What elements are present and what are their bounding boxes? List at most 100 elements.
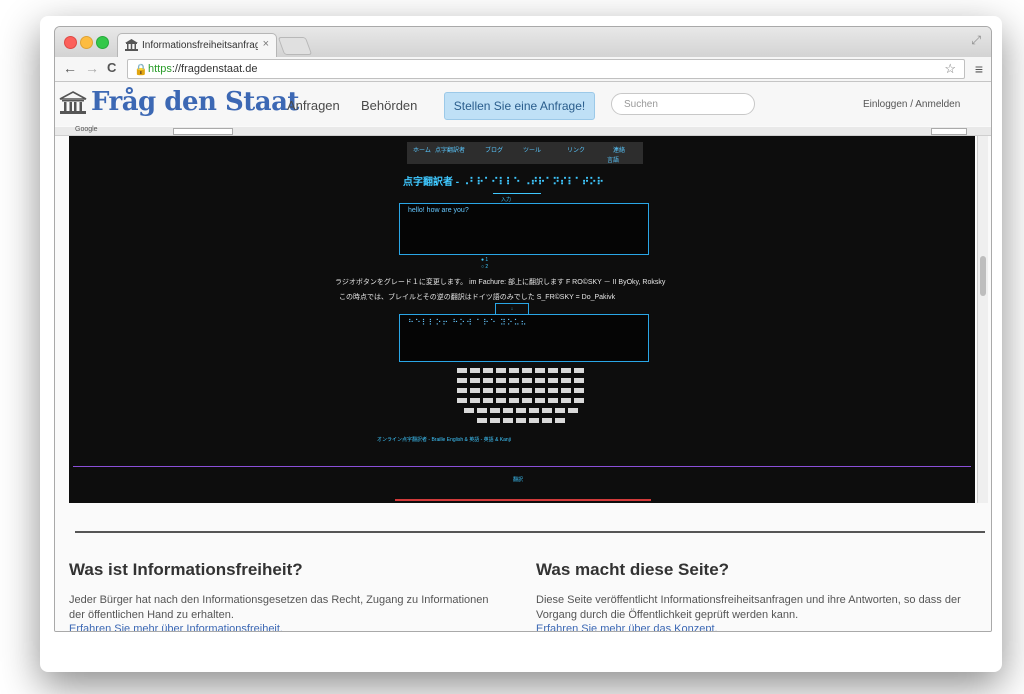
embedded-footer-links[interactable]: オンライン点字翻訳者 - Braille English & 英語 - 英語 &… — [377, 436, 511, 443]
back-icon[interactable]: ← — [63, 60, 77, 76]
site-logo-text[interactable]: Fråg den Staat — [91, 87, 299, 117]
embedded-nav-item[interactable]: 連絡 — [613, 145, 625, 154]
embedded-nav-item[interactable]: ブログ — [485, 145, 503, 154]
braille-key[interactable] — [496, 398, 506, 403]
site-header: Fråg den Staat Anfragen Behörden Stellen… — [55, 82, 991, 126]
braille-key[interactable] — [548, 368, 558, 373]
menu-icon[interactable]: ≡ — [975, 61, 983, 77]
braille-key[interactable] — [502, 408, 513, 413]
close-window-button[interactable] — [64, 36, 77, 49]
braille-key[interactable] — [548, 388, 558, 393]
braille-key[interactable] — [554, 418, 565, 423]
brand-building-icon[interactable] — [59, 91, 87, 115]
embedded-frame-scrollbar[interactable] — [977, 136, 988, 503]
browser-tab[interactable]: Informationsfreiheitsanfrage × — [117, 33, 277, 58]
browser-window: Informationsfreiheitsanfrage × ⤢ ← → C 🔒… — [54, 26, 992, 632]
braille-key[interactable] — [457, 398, 467, 403]
braille-key[interactable] — [567, 408, 578, 413]
braille-key[interactable] — [515, 418, 526, 423]
braille-key[interactable] — [522, 368, 532, 373]
braille-key[interactable] — [457, 388, 467, 393]
learn-more-konzept-link[interactable]: Erfahren Sie mehr über das Konzept. — [536, 623, 718, 631]
tab-title: Informationsfreiheitsanfrage — [142, 40, 258, 51]
braille-key[interactable] — [535, 388, 545, 393]
braille-key[interactable] — [470, 388, 480, 393]
braille-key[interactable] — [535, 378, 545, 383]
braille-key[interactable] — [574, 378, 584, 383]
embedded-nav-item[interactable]: 点字翻訳者 — [435, 145, 465, 154]
address-bar[interactable]: 🔒 https://fragdenstaat.de ☆ — [127, 59, 965, 79]
braille-key[interactable] — [561, 378, 571, 383]
google-language-select[interactable] — [931, 128, 967, 135]
braille-key[interactable] — [483, 398, 493, 403]
embedded-input-textarea[interactable]: hello! how are you? — [399, 203, 649, 255]
braille-key[interactable] — [489, 418, 500, 423]
braille-key[interactable] — [496, 378, 506, 383]
fullscreen-icon[interactable]: ⤢ — [971, 33, 981, 48]
embedded-nav-item[interactable]: 言語 — [607, 155, 619, 164]
braille-key[interactable] — [515, 408, 526, 413]
braille-key[interactable] — [496, 368, 506, 373]
braille-key[interactable] — [548, 398, 558, 403]
braille-key[interactable] — [554, 408, 565, 413]
login-link[interactable]: Einloggen / Anmelden — [863, 99, 960, 110]
braille-key[interactable] — [574, 368, 584, 373]
embedded-option-grade1[interactable]: ● 1 — [481, 257, 488, 263]
braille-key[interactable] — [574, 388, 584, 393]
embedded-nav-item[interactable]: ホーム — [413, 145, 431, 154]
new-tab-button[interactable] — [277, 37, 313, 55]
google-search-box[interactable] — [173, 128, 233, 135]
minimize-window-button[interactable] — [80, 36, 93, 49]
embedded-output-textarea[interactable]: ⠓⠑⠇⠇⠕⠖ ⠓⠕⠺ ⠁⠗⠑ ⠽⠕⠥⠦ — [399, 314, 649, 362]
braille-key[interactable] — [574, 398, 584, 403]
nav-behoerden[interactable]: Behörden — [361, 98, 417, 113]
braille-key[interactable] — [483, 378, 493, 383]
scrollbar-thumb[interactable] — [980, 256, 986, 296]
braille-key[interactable] — [463, 408, 474, 413]
braille-key[interactable] — [470, 368, 480, 373]
braille-key[interactable] — [470, 378, 480, 383]
braille-key[interactable] — [548, 378, 558, 383]
new-request-button[interactable]: Stellen Sie eine Anfrage! — [444, 92, 595, 120]
braille-key[interactable] — [522, 378, 532, 383]
braille-key[interactable] — [489, 408, 500, 413]
braille-key[interactable] — [509, 368, 519, 373]
bookmark-star-icon[interactable]: ☆ — [944, 61, 956, 77]
braille-key[interactable] — [476, 418, 487, 423]
braille-key[interactable] — [561, 398, 571, 403]
braille-key[interactable] — [483, 388, 493, 393]
learn-more-informationsfreiheit-link[interactable]: Erfahren Sie mehr über Informationsfreih… — [69, 623, 283, 631]
braille-key[interactable] — [457, 378, 467, 383]
reload-icon[interactable]: C — [107, 60, 116, 75]
braille-key[interactable] — [561, 388, 571, 393]
braille-key[interactable] — [502, 418, 513, 423]
nav-anfragen[interactable]: Anfragen — [287, 98, 340, 113]
braille-key[interactable] — [522, 398, 532, 403]
braille-key[interactable] — [483, 368, 493, 373]
braille-key[interactable] — [528, 408, 539, 413]
forward-icon[interactable]: → — [85, 60, 99, 76]
embedded-nav-item[interactable]: ツール — [523, 145, 541, 154]
braille-key[interactable] — [509, 388, 519, 393]
zoom-window-button[interactable] — [96, 36, 109, 49]
braille-key[interactable] — [509, 378, 519, 383]
braille-key[interactable] — [541, 418, 552, 423]
embedded-more-link[interactable]: 翻訳 — [513, 476, 523, 483]
braille-key[interactable] — [470, 398, 480, 403]
braille-key[interactable] — [535, 398, 545, 403]
embedded-nav-item[interactable]: リンク — [567, 145, 585, 154]
braille-key[interactable] — [561, 368, 571, 373]
braille-key[interactable] — [457, 368, 467, 373]
tab-close-icon[interactable]: × — [263, 38, 269, 50]
braille-key[interactable] — [535, 368, 545, 373]
url-host: ://fragdenstaat.de — [171, 63, 258, 75]
embedded-option-grade2[interactable]: ○ 2 — [481, 264, 488, 270]
section-body-seite: Diese Seite veröffentlicht Informationsf… — [536, 594, 961, 621]
braille-key[interactable] — [476, 408, 487, 413]
braille-key[interactable] — [522, 388, 532, 393]
braille-key[interactable] — [509, 398, 519, 403]
braille-key[interactable] — [496, 388, 506, 393]
braille-key[interactable] — [528, 418, 539, 423]
search-input[interactable]: Suchen — [611, 93, 755, 115]
braille-key[interactable] — [541, 408, 552, 413]
